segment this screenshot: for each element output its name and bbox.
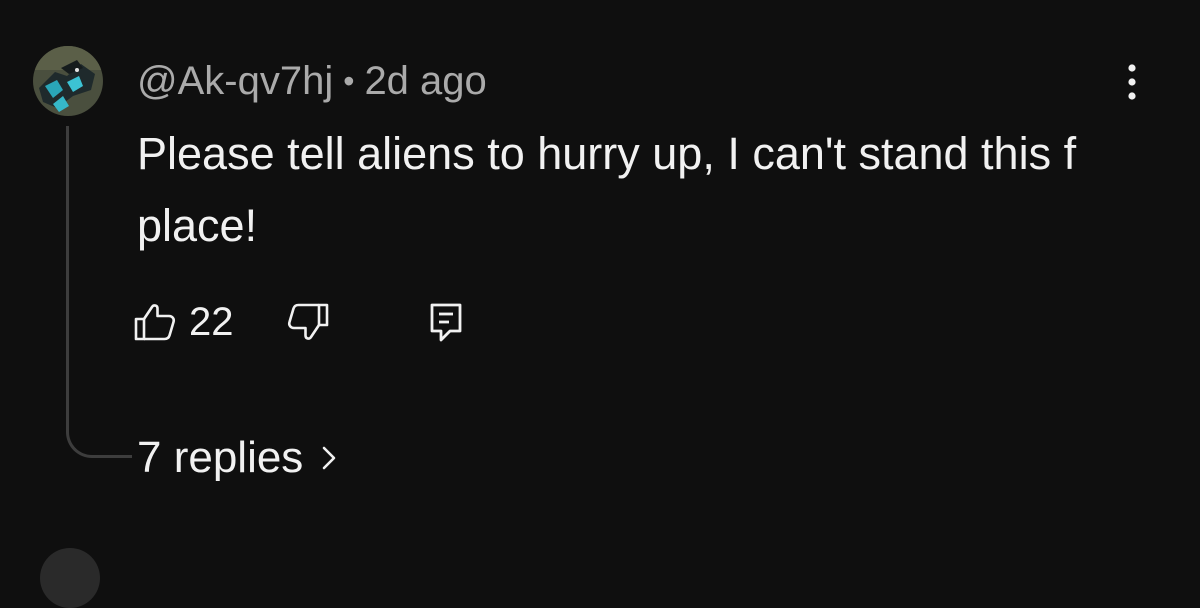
next-comment-avatar bbox=[40, 548, 100, 608]
comment-reply-icon bbox=[430, 303, 461, 342]
comment-actions: 22 bbox=[133, 294, 464, 350]
separator-dot: • bbox=[343, 62, 355, 99]
author-handle[interactable]: @Ak-qv7hj bbox=[137, 59, 333, 104]
dislike-button[interactable] bbox=[286, 294, 330, 350]
comment-meta: @Ak-qv7hj • 2d ago bbox=[137, 56, 487, 106]
like-count: 22 bbox=[189, 299, 234, 344]
comment-thread: @Ak-qv7hj • 2d ago Please tell aliens to… bbox=[0, 0, 1200, 608]
more-vertical-icon bbox=[1128, 64, 1136, 100]
reply-button[interactable] bbox=[428, 294, 464, 350]
timestamp[interactable]: 2d ago bbox=[364, 59, 486, 104]
thumbs-up-icon bbox=[134, 304, 176, 341]
view-replies-button[interactable]: 7 replies bbox=[137, 430, 337, 486]
thumbs-down-icon bbox=[287, 303, 328, 340]
avatar-image bbox=[33, 46, 103, 116]
thread-line bbox=[66, 126, 132, 458]
like-button[interactable]: 22 bbox=[133, 294, 234, 350]
more-options-button[interactable] bbox=[1112, 60, 1152, 104]
chevron-right-icon bbox=[321, 444, 337, 472]
comment-text: Please tell aliens to hurry up, I can't … bbox=[137, 128, 1077, 251]
replies-label: 7 replies bbox=[137, 433, 304, 482]
avatar[interactable] bbox=[33, 46, 103, 116]
